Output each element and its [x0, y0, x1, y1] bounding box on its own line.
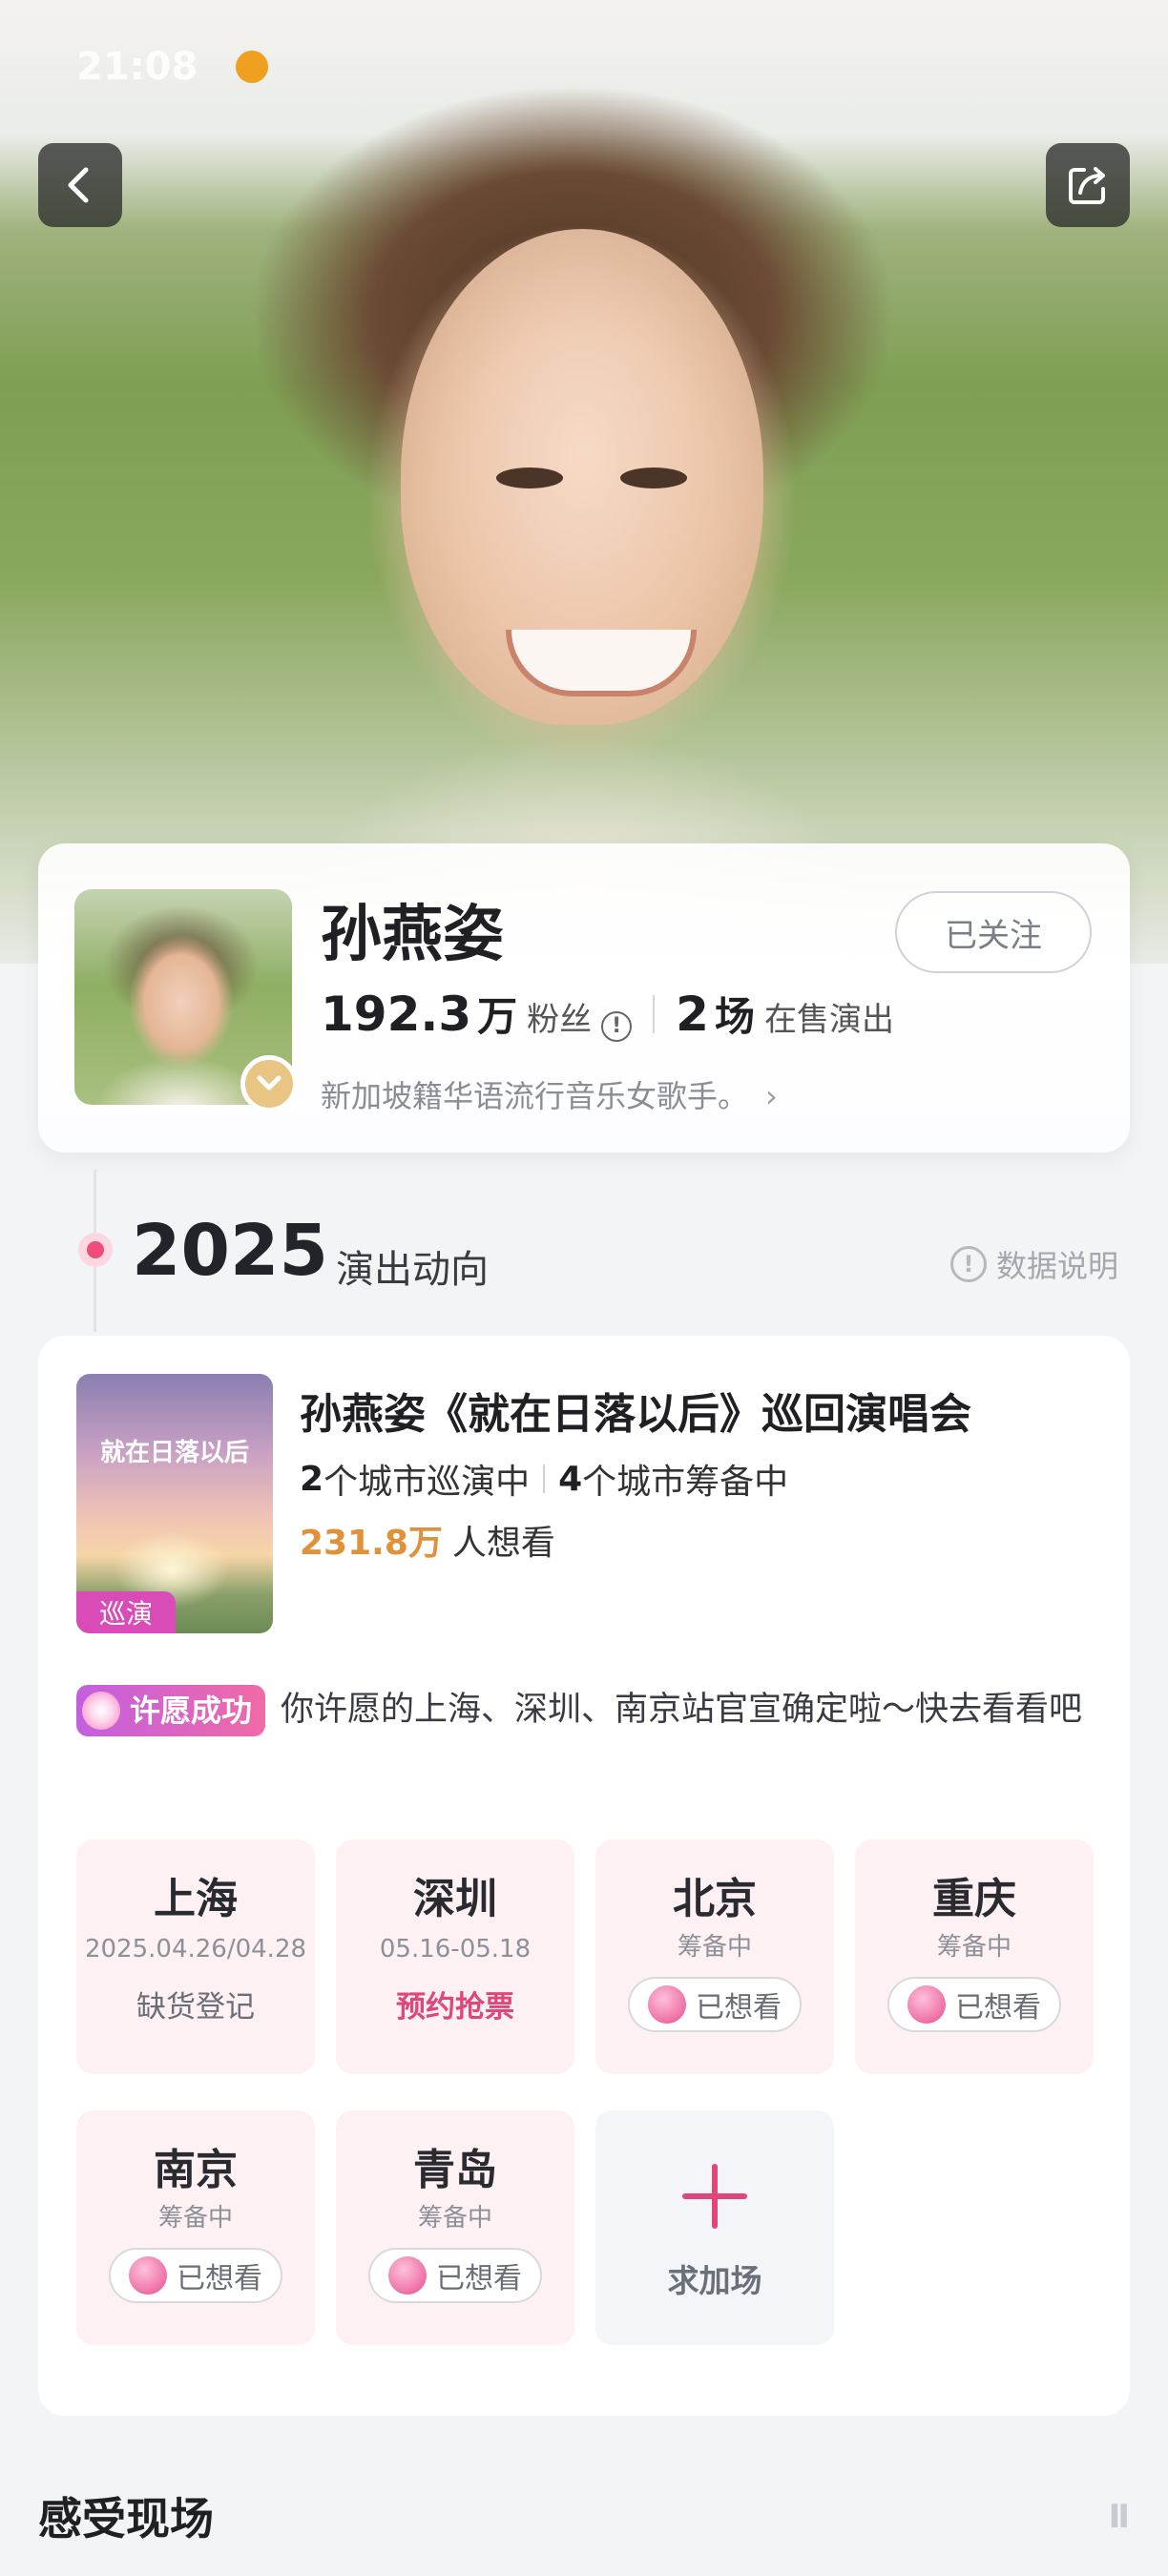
artist-profile-card: 孙燕姿 已关注 192.3 万 粉丝 ! 2 场 在售演出 新加坡籍华语流行音乐… [38, 843, 1130, 1153]
wish-success-badge: 许愿成功 [76, 1685, 266, 1736]
chevron-left-icon [68, 167, 89, 203]
wish-badge-label: 许愿成功 [130, 1693, 253, 1729]
city-date: 05.16-05.18 [379, 1935, 532, 1963]
watermark-icon: Ⅱ [1108, 2498, 1130, 2536]
stats-divider [653, 994, 656, 1033]
heart-icon [129, 2256, 167, 2295]
heart-icon [388, 2256, 427, 2295]
timeline-year: 2025 [132, 1210, 328, 1292]
prep-label: 个城市筹备中 [582, 1463, 789, 1502]
artist-hero-image [0, 0, 1168, 964]
tour-city-counts: 2 个城市巡演中 4 个城市筹备中 [300, 1454, 788, 1504]
back-button[interactable] [38, 143, 122, 227]
info-icon: ! [949, 1246, 987, 1282]
city-status: 筹备中 [417, 2204, 492, 2233]
want-pill-label: 已想看 [955, 1991, 1041, 2025]
timeline-dot-icon [78, 1233, 113, 1267]
tour-poster[interactable]: 就在日落以后 巡演 [76, 1374, 273, 1633]
want-to-see-button[interactable]: 已想看 [628, 1977, 802, 2032]
share-button[interactable] [1046, 143, 1130, 227]
plus-icon [682, 2164, 747, 2229]
want-to-see-button[interactable]: 已想看 [109, 2248, 282, 2303]
heart-icon [907, 1985, 946, 2024]
city-tile-shanghai[interactable]: 上海 2025.04.26/04.28 缺货登记 [76, 1839, 315, 2074]
hero-eye-right [620, 467, 687, 488]
data-note-link[interactable]: ! 数据说明 [949, 1242, 1118, 1286]
timeline-subtitle: 演出动向 [336, 1248, 489, 1292]
divider [543, 1465, 546, 1493]
verified-badge-icon [240, 1055, 298, 1112]
want-pill-label: 已想看 [696, 1991, 782, 2025]
data-note-label: 数据说明 [995, 1248, 1118, 1284]
chevron-right-icon: › [765, 1078, 778, 1114]
city-status: 筹备中 [936, 1933, 1012, 1962]
touring-count: 2 [300, 1459, 324, 1499]
want-pill-label: 已想看 [177, 2262, 262, 2296]
live-section-title: 感受现场 [38, 2493, 214, 2545]
reserve-ticket-link[interactable]: 预约抢票 [336, 1983, 574, 2025]
wish-text: 你许愿的上海、深圳、南京站官宣确定啦～快去看看吧 [281, 1691, 1083, 1729]
app-logo-icon [236, 51, 269, 83]
want-number: 231.8万 [300, 1524, 443, 1563]
artist-bio: 新加坡籍华语流行音乐女歌手。 [321, 1078, 749, 1114]
artist-name: 孙燕姿 [321, 900, 504, 970]
heart-icon [648, 1985, 686, 2024]
poster-title: 就在日落以后 [99, 1439, 249, 1467]
tour-tag: 巡演 [76, 1591, 176, 1633]
artist-bio-link[interactable]: 新加坡籍华语流行音乐女歌手。 › [321, 1072, 778, 1116]
shows-label: 在售演出 [763, 1001, 894, 1039]
city-status: 筹备中 [677, 1933, 752, 1962]
want-to-see-button[interactable]: 已想看 [887, 1977, 1061, 2032]
city-name: 上海 [154, 1875, 238, 1923]
want-label: 人想看 [451, 1524, 555, 1563]
flower-icon [82, 1692, 120, 1730]
city-name: 重庆 [932, 1875, 1016, 1923]
tour-card[interactable]: 就在日落以后 巡演 孙燕姿《就在日落以后》巡回演唱会 2 个城市巡演中 4 个城… [38, 1336, 1130, 2416]
fans-label: 粉丝 [527, 1001, 593, 1039]
want-pill-label: 已想看 [436, 2262, 522, 2296]
city-name: 青岛 [413, 2146, 497, 2194]
fans-info-icon[interactable]: ! [601, 1010, 633, 1042]
city-tile-beijing[interactable]: 北京 筹备中 已想看 [595, 1839, 834, 2074]
city-tile-chongqing[interactable]: 重庆 筹备中 已想看 [855, 1839, 1094, 2074]
city-name: 南京 [154, 2146, 238, 2194]
city-tile-nanjing[interactable]: 南京 筹备中 已想看 [76, 2110, 315, 2345]
city-name: 北京 [673, 1875, 757, 1923]
city-name: 深圳 [413, 1875, 497, 1923]
share-icon [1069, 167, 1105, 204]
tour-want-count: 231.8万 人想看 [300, 1515, 555, 1565]
fans-unit: 万 [477, 993, 518, 1040]
want-to-see-button[interactable]: 已想看 [368, 2248, 542, 2303]
artist-stats: 192.3 万 粉丝 ! 2 场 在售演出 [321, 985, 894, 1043]
request-extra-show-button[interactable]: 求加场 [595, 2110, 834, 2345]
shows-count: 2 [676, 987, 709, 1042]
prep-count: 4 [558, 1459, 583, 1499]
touring-label: 个城市巡演中 [323, 1463, 531, 1502]
follow-button[interactable]: 已关注 [895, 891, 1092, 973]
status-bar: 21:08 [0, 38, 1168, 95]
tour-title[interactable]: 孙燕姿《就在日落以后》巡回演唱会 [300, 1380, 971, 1441]
shows-unit: 场 [714, 993, 755, 1040]
city-tile-qingdao[interactable]: 青岛 筹备中 已想看 [336, 2110, 574, 2345]
fans-count: 192.3 [321, 987, 472, 1042]
wish-notice: 许愿成功 你许愿的上海、深圳、南京站官宣确定啦～快去看看吧 [76, 1681, 1097, 1738]
status-time: 21:08 [76, 45, 198, 89]
city-tile-shenzhen[interactable]: 深圳 05.16-05.18 预约抢票 [336, 1839, 574, 2074]
city-date: 2025.04.26/04.28 [84, 1935, 307, 1963]
stock-register-link[interactable]: 缺货登记 [76, 1983, 315, 2025]
city-status: 筹备中 [157, 2204, 233, 2233]
request-extra-show-label: 求加场 [667, 2262, 762, 2299]
hero-eye-left [496, 467, 563, 488]
